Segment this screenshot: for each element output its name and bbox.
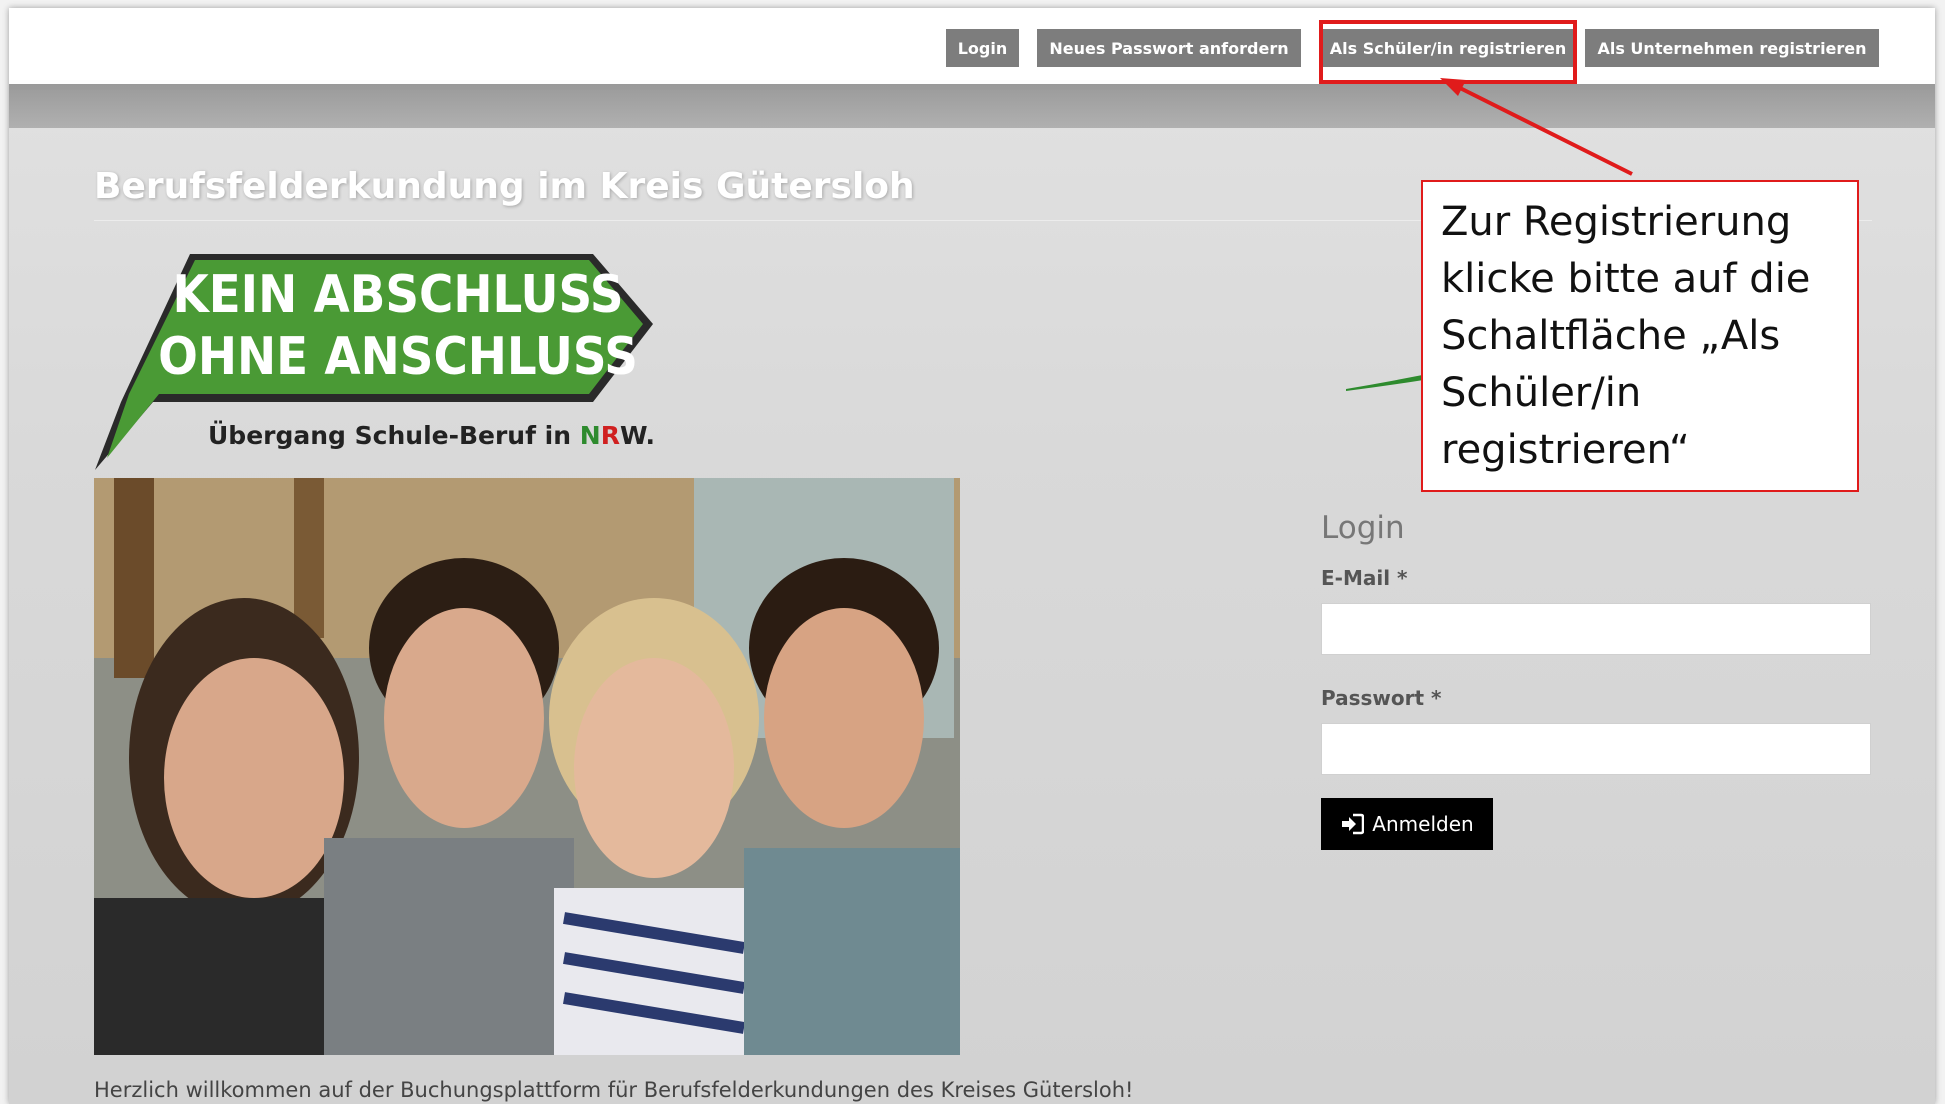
svg-text:Übergang Schule-Beruf in NRW.: Übergang Schule-Beruf in NRW.	[208, 420, 655, 450]
password-label: Passwort *	[1321, 686, 1442, 710]
top-navigation: Login Neues Passwort anfordern Als Schül…	[9, 8, 1935, 84]
reset-password-button[interactable]: Neues Passwort anfordern	[1037, 29, 1301, 67]
email-label: E-Mail *	[1321, 566, 1408, 590]
register-company-button[interactable]: Als Unternehmen registrieren	[1585, 29, 1879, 67]
callout-line: klicke bitte auf die	[1441, 256, 1811, 302]
register-student-button[interactable]: Als Schüler/in registrieren	[1319, 29, 1577, 67]
callout-line: Schüler/in	[1441, 370, 1642, 416]
password-field[interactable]	[1321, 723, 1871, 775]
login-heading: Login	[1321, 510, 1405, 546]
callout-line: registrieren“	[1441, 427, 1690, 473]
logo-line1: KEIN ABSCHLUSS	[172, 265, 623, 325]
callout-line: Zur Registrierung	[1441, 199, 1792, 245]
header-band	[9, 84, 1935, 128]
login-submit-label: Anmelden	[1372, 812, 1474, 836]
students-photo	[94, 478, 960, 1055]
logo-line2: OHNE ANSCHLUSS	[158, 327, 638, 387]
welcome-text: Herzlich willkommen auf der Buchungsplat…	[94, 1078, 1134, 1102]
callout-line: Schaltfläche „Als	[1441, 313, 1781, 359]
login-submit-button[interactable]: Anmelden	[1321, 798, 1493, 850]
browser-page: Login Neues Passwort anfordern Als Schül…	[9, 8, 1935, 1104]
sign-in-icon	[1342, 813, 1365, 835]
page-title: Berufsfelderkundung im Kreis Gütersloh	[94, 166, 915, 207]
login-nav-button[interactable]: Login	[946, 29, 1019, 67]
logo-tagline: Übergang Schule-Beruf in	[208, 420, 580, 450]
kein-abschluss-logo: KEIN ABSCHLUSS OHNE ANSCHLUSS Übergang S…	[95, 254, 655, 470]
instruction-callout: Zur Registrierung klicke bitte auf die S…	[1421, 180, 1859, 492]
email-field[interactable]	[1321, 603, 1871, 655]
